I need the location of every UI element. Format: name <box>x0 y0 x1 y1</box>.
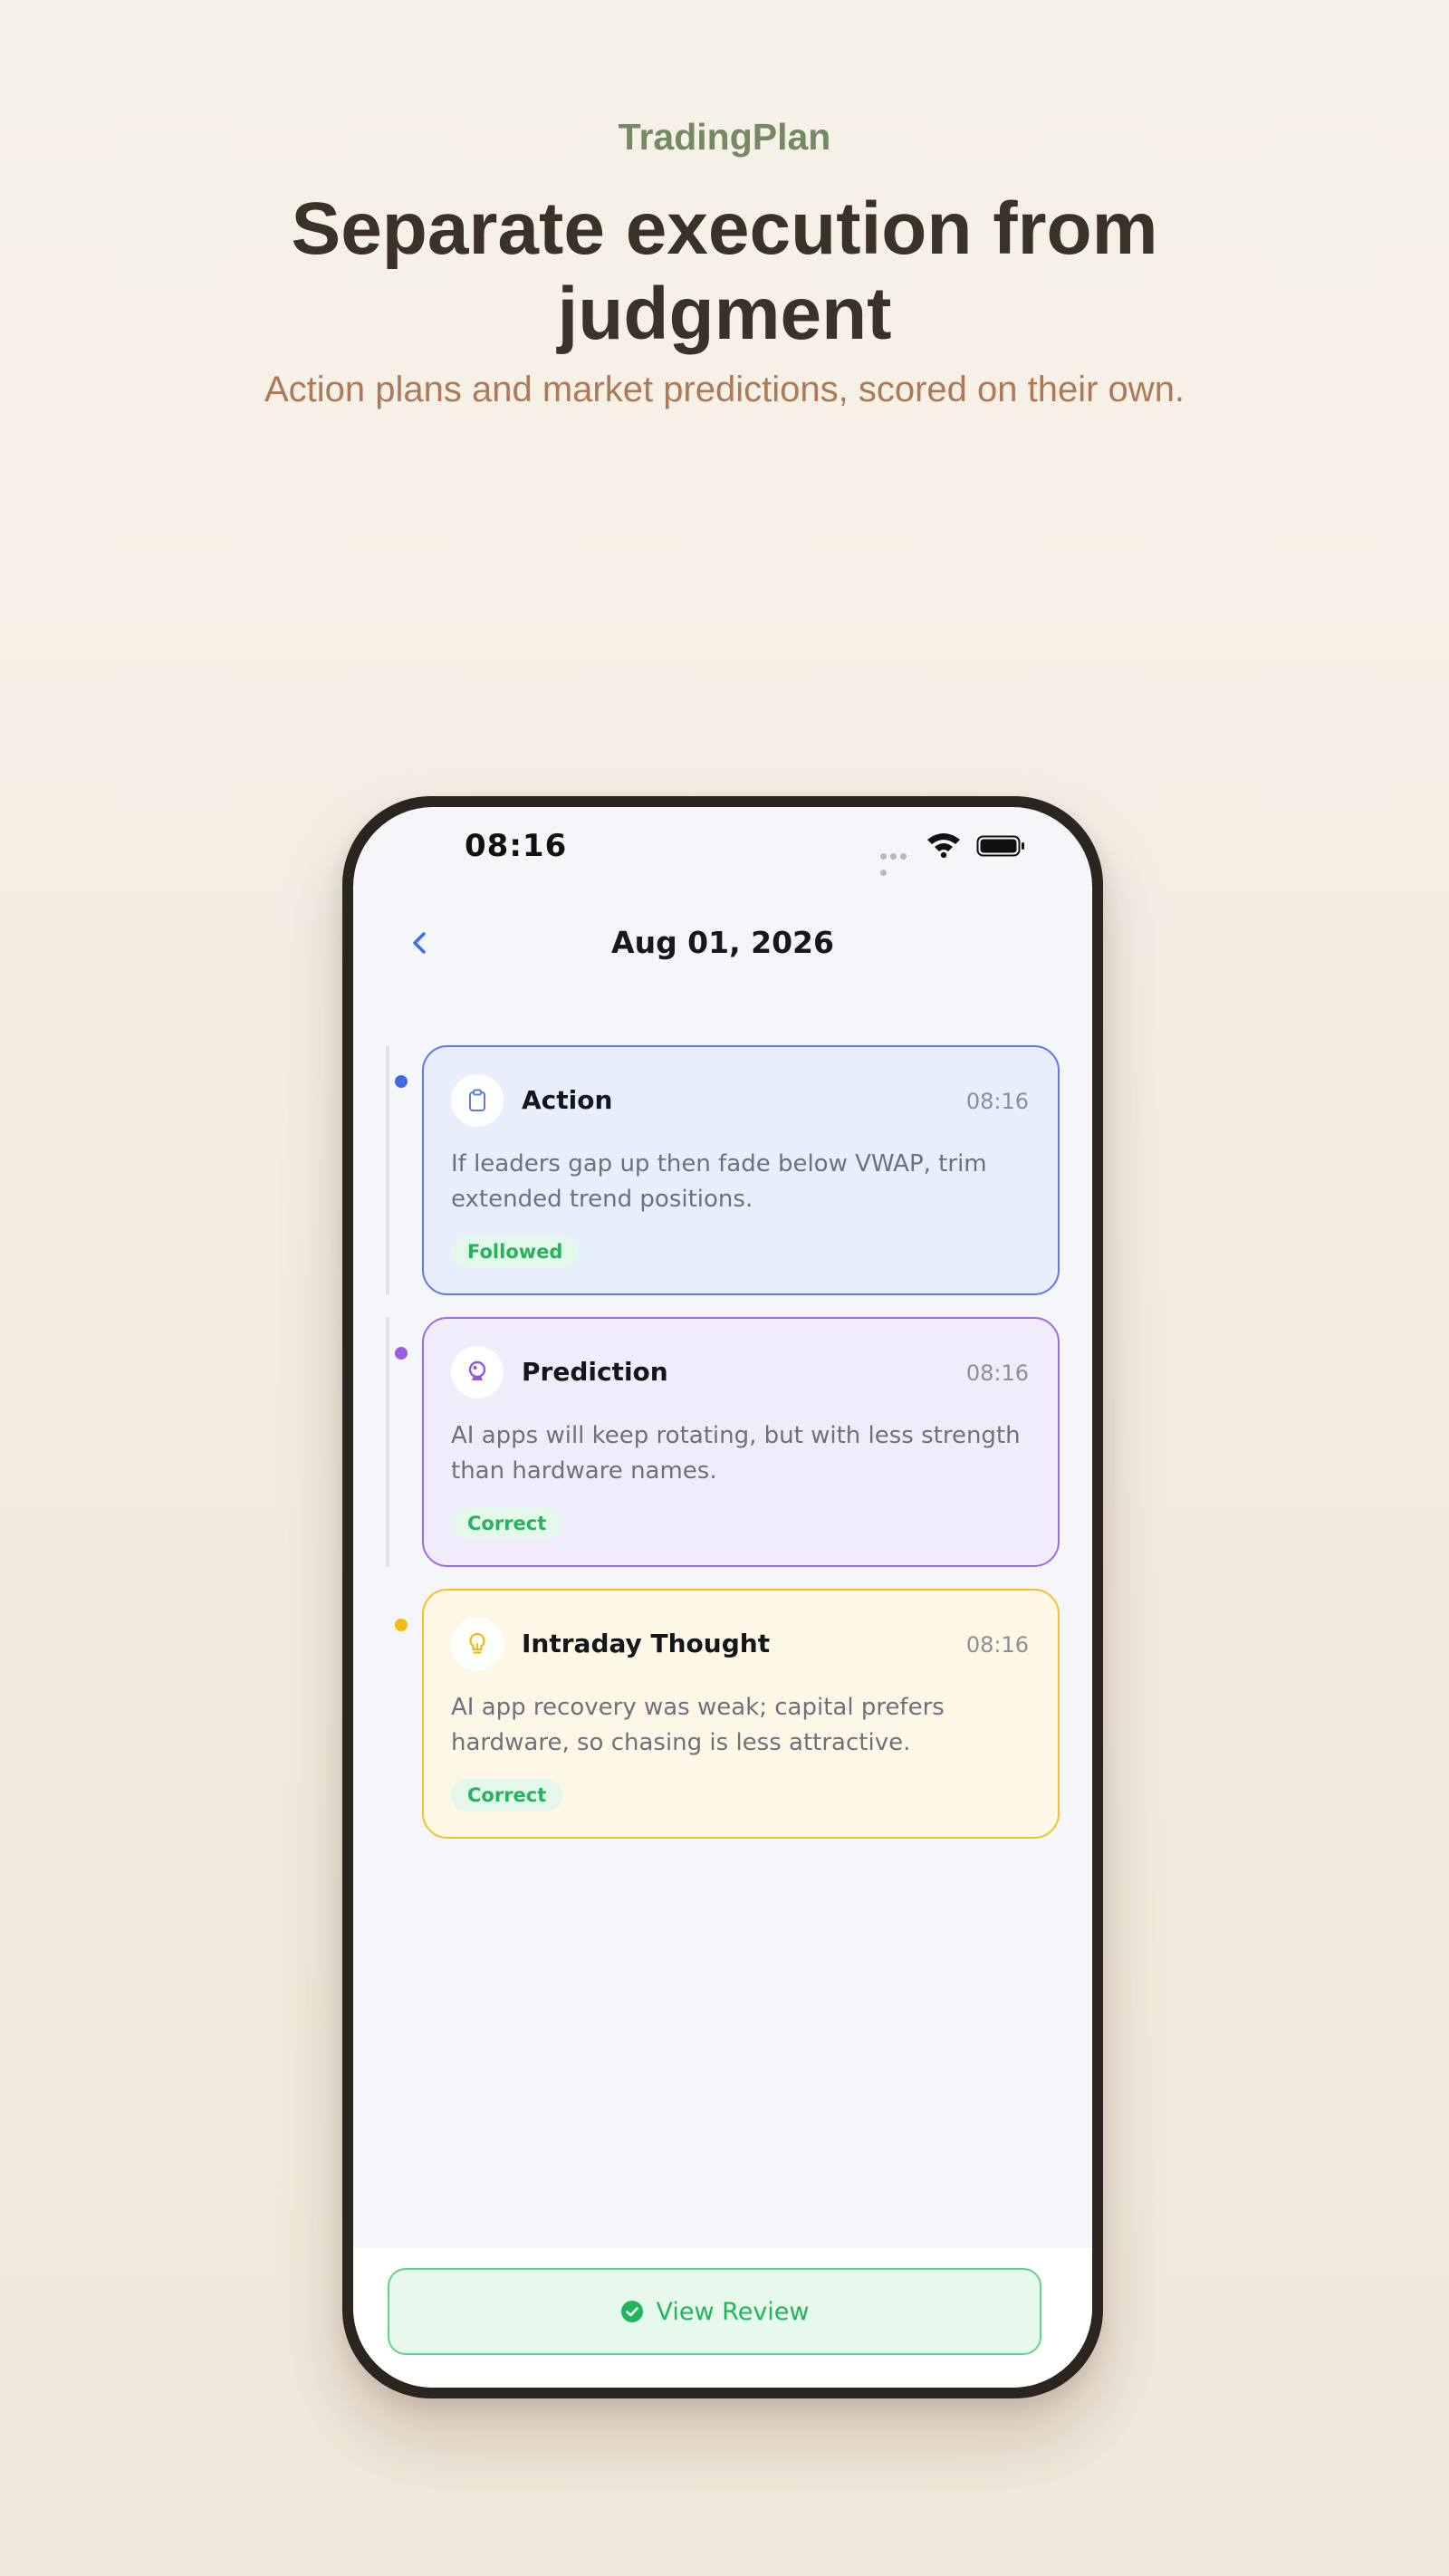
view-review-label: View Review <box>656 2297 810 2326</box>
view-review-button[interactable]: View Review <box>388 2268 1041 2355</box>
status-badge: Correct <box>451 1779 563 1812</box>
timeline-dot <box>395 1619 408 1631</box>
subtitle: Action plans and market predictions, sco… <box>264 370 1185 409</box>
status-badge: Correct <box>451 1507 563 1540</box>
crystal-ball-icon <box>451 1346 504 1399</box>
entry-time: 08:16 <box>965 1632 1029 1658</box>
battery-icon <box>976 835 1024 857</box>
check-circle-icon <box>620 2301 643 2322</box>
lightbulb-icon <box>451 1618 504 1670</box>
entry-text: If leaders gap up then fade below VWAP, … <box>451 1150 987 1213</box>
entry-type: Intraday Thought <box>522 1629 771 1658</box>
headline: Separate execution from judgment <box>291 187 1158 355</box>
page-title: Aug 01, 2026 <box>611 925 834 960</box>
phone-screen: 08:16 Aug 01, 2026 Action 08:16 If leade… <box>353 807 1092 2388</box>
timeline-dot <box>395 1347 408 1360</box>
entry-time: 08:16 <box>965 1089 1029 1114</box>
timeline-line <box>386 1317 389 1567</box>
bottom-action-bar: View Review <box>353 2248 1092 2388</box>
entry-text: AI apps will keep rotating, but with les… <box>451 1422 1021 1485</box>
entry-card-prediction[interactable]: Prediction 08:16 AI apps will keep rotat… <box>422 1317 1060 1567</box>
wifi-icon <box>927 833 960 858</box>
status-badge: Followed <box>451 1235 580 1268</box>
entry-card-intraday-thought[interactable]: Intraday Thought 08:16 AI app recovery w… <box>422 1589 1060 1839</box>
entry-text: AI app recovery was weak; capital prefer… <box>451 1694 945 1756</box>
clipboard-icon <box>451 1074 504 1127</box>
entry-type: Action <box>522 1085 613 1115</box>
entry-card-action[interactable]: Action 08:16 If leaders gap up then fade… <box>422 1045 1060 1295</box>
status-time: 08:16 <box>465 828 568 864</box>
brand-name: TradingPlan <box>618 116 831 158</box>
entry-type: Prediction <box>522 1357 668 1387</box>
timeline-dot <box>395 1075 408 1088</box>
cellular-signal-icon <box>880 848 918 876</box>
entry-time: 08:16 <box>965 1360 1029 1386</box>
phone-frame: 08:16 Aug 01, 2026 Action 08:16 If leade… <box>342 796 1103 2398</box>
timeline-line <box>386 1045 389 1295</box>
